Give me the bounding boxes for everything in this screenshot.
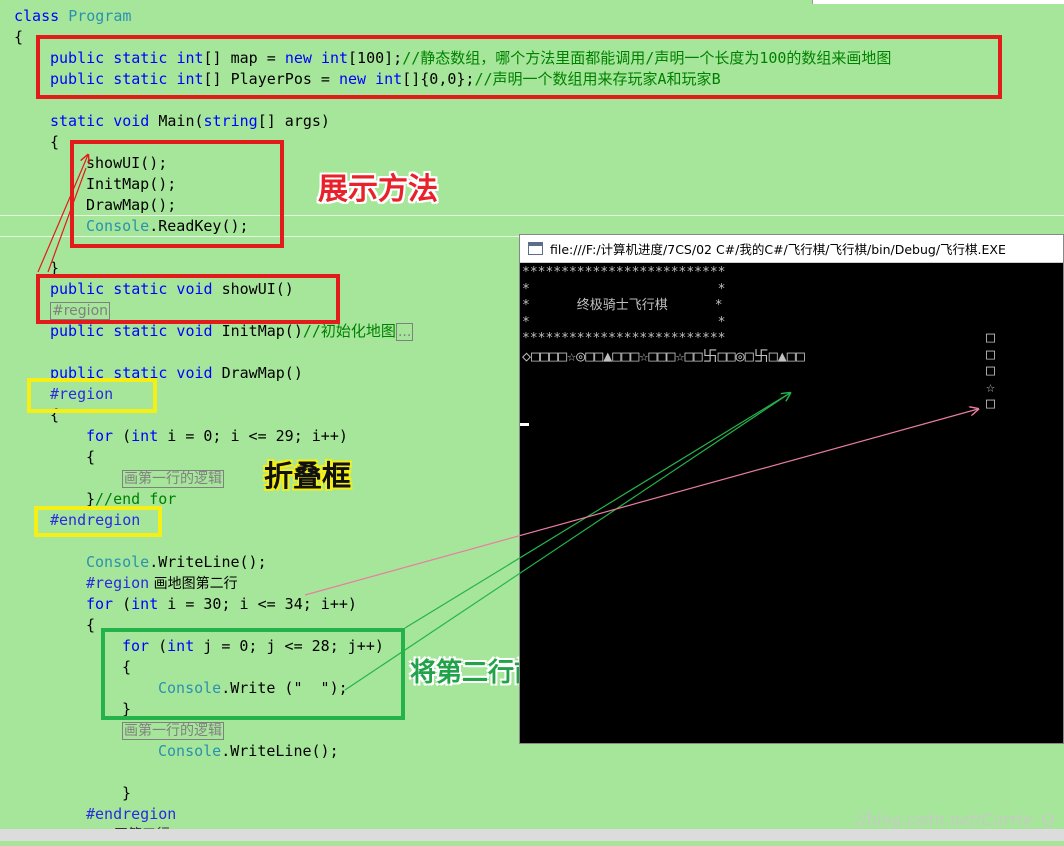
highlight-box-endregion xyxy=(34,506,162,537)
watermark: //blog.csdn.net/Carrie_Q xyxy=(855,810,1054,829)
code-line: { xyxy=(14,28,24,46)
highlight-box-showui xyxy=(36,274,340,324)
console-line: * 终极骑士飞行棋 * xyxy=(522,298,723,313)
code-line: } xyxy=(122,784,132,802)
code-line-for: for (int i = 0; i <= 29; i++) xyxy=(86,427,348,445)
highlight-box-inner-loop xyxy=(101,628,405,720)
code-line-class: class Program xyxy=(14,7,132,25)
console-window[interactable]: file:///F:/计算机进度/7CS/02 C#/我的C#/飞行棋/飞行棋/… xyxy=(519,234,1064,744)
console-line: ************************** xyxy=(522,331,726,346)
console-line: * * xyxy=(522,281,726,297)
code-line: { xyxy=(50,133,60,151)
collapsed-region-marker: ... xyxy=(395,323,414,341)
code-line-main: static void Main(string[] args) xyxy=(50,112,330,130)
highlight-box-calls xyxy=(70,140,284,248)
code-line-endregion: #endregion xyxy=(86,805,177,823)
console-output: ************************** * * * 终极骑士飞行棋… xyxy=(522,265,805,365)
code-line-initmap-def: public static void InitMap()//初始化地图... xyxy=(50,322,414,341)
map-cell: □ xyxy=(986,394,996,412)
map-cell: □ xyxy=(986,344,996,363)
code-line-collapsed[interactable]: 画第一行的逻辑 xyxy=(122,468,224,489)
console-app-icon xyxy=(528,242,543,255)
code-line-for: for (int i = 30; i <= 34; i++) xyxy=(86,595,357,613)
console-cursor xyxy=(520,423,529,426)
annotation-fold-box: 折叠框 xyxy=(264,459,352,493)
code-line-collapsed[interactable]: 画第一行的逻辑 xyxy=(122,720,224,741)
map-cell: ☆ xyxy=(986,377,996,396)
console-title: file:///F:/计算机进度/7CS/02 C#/我的C#/飞行棋/飞行棋/… xyxy=(550,242,1006,257)
code-line: { xyxy=(86,448,96,466)
annotation-show-method: 展示方法 xyxy=(318,172,438,207)
console-line: ************************** xyxy=(522,265,726,280)
code-line-writeline: Console.WriteLine(); xyxy=(86,553,267,571)
highlight-box-region xyxy=(27,378,157,413)
console-map-column: □ □ □ ☆ □ xyxy=(986,329,995,412)
console-line: * * xyxy=(522,314,726,330)
code-line-region-row2: #region 画地图第二行 xyxy=(86,574,238,592)
code-line: { xyxy=(86,616,96,634)
code-line-writeline: Console.WriteLine(); xyxy=(158,742,339,760)
map-cell: □ xyxy=(986,328,996,346)
map-cell: □ xyxy=(986,361,996,379)
highlight-box-fields xyxy=(36,35,1002,99)
console-map-row-1: ◇□□□□☆◎□□▲□□□☆□□□☆□□卐□□◎□卐□▲□□ xyxy=(522,346,805,365)
editor-bottom-bar xyxy=(0,829,1064,841)
console-title-bar[interactable]: file:///F:/计算机进度/7CS/02 C#/我的C#/飞行棋/飞行棋/… xyxy=(520,235,1063,263)
